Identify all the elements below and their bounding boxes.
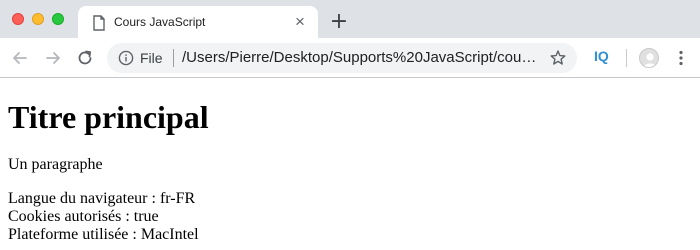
paragraph: Un paragraphe bbox=[8, 156, 103, 173]
cookies-line: Cookies autorisés : true bbox=[8, 208, 159, 225]
extension-button[interactable]: IQ bbox=[594, 48, 609, 64]
navigator-info: Langue du navigateur : fr-FR Cookies aut… bbox=[8, 190, 692, 244]
forward-arrow-icon bbox=[46, 52, 60, 64]
new-tab-button[interactable]: + bbox=[328, 11, 350, 33]
platform-line: Plateforme utilisée : MacIntel bbox=[8, 226, 199, 243]
url-text[interactable]: /Users/Pierre/Desktop/Supports%20JavaScr… bbox=[182, 49, 537, 66]
page-icon bbox=[92, 15, 106, 31]
tab-title: Cours JavaScript bbox=[114, 15, 206, 29]
back-arrow-icon bbox=[13, 52, 27, 64]
reload-button[interactable] bbox=[75, 48, 95, 68]
kebab-menu-icon[interactable] bbox=[676, 49, 686, 67]
info-icon[interactable] bbox=[118, 50, 134, 66]
window-zoom-button[interactable] bbox=[52, 13, 64, 25]
tab-active[interactable]: Cours JavaScript × bbox=[78, 6, 318, 38]
reload-icon bbox=[78, 50, 92, 65]
omnibox-divider bbox=[173, 49, 174, 67]
address-bar[interactable]: File /Users/Pierre/Desktop/Supports%20Ja… bbox=[107, 43, 577, 73]
plus-icon: + bbox=[329, 9, 349, 34]
toolbar-divider bbox=[626, 49, 627, 67]
forward-button[interactable] bbox=[43, 48, 63, 68]
scheme-label[interactable]: File bbox=[140, 50, 163, 66]
close-icon[interactable]: × bbox=[290, 12, 310, 32]
window-minimize-button[interactable] bbox=[32, 13, 44, 25]
tab-strip: Cours JavaScript × + bbox=[0, 0, 700, 38]
language-line: Langue du navigateur : fr-FR bbox=[8, 190, 196, 207]
page-content: Titre principal Un paragraphe Langue du … bbox=[0, 79, 700, 250]
window-close-button[interactable] bbox=[12, 13, 24, 25]
page-title: Titre principal bbox=[8, 99, 209, 135]
avatar-icon[interactable] bbox=[639, 48, 659, 68]
star-icon[interactable] bbox=[549, 49, 567, 67]
back-button[interactable] bbox=[10, 48, 30, 68]
